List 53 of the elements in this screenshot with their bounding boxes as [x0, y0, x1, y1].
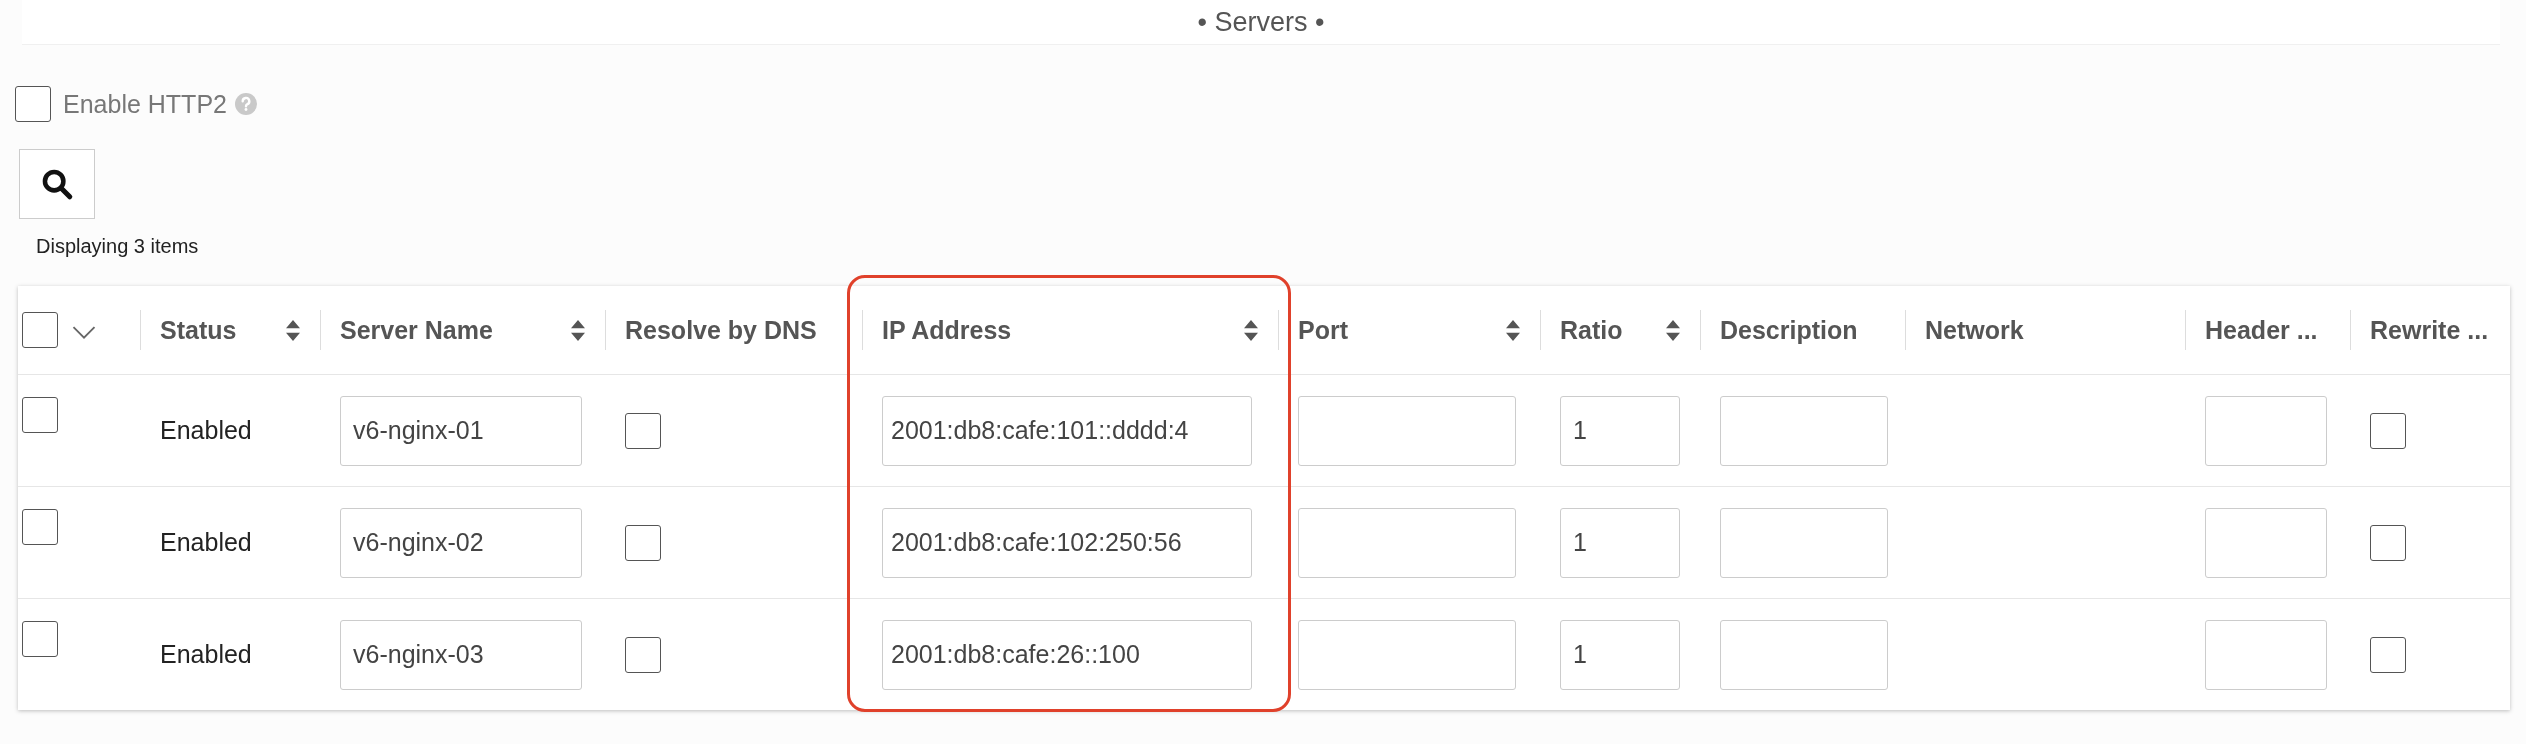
column-header[interactable]: Header ...	[2185, 286, 2350, 374]
input-field[interactable]	[2205, 619, 2327, 690]
input-field[interactable]: 1	[1560, 507, 1680, 578]
checkbox[interactable]	[22, 397, 58, 433]
input-field[interactable]	[1720, 395, 1888, 466]
column-header[interactable]: Server Name	[320, 286, 605, 374]
sort-icon[interactable]	[1666, 319, 1680, 341]
checkbox[interactable]	[625, 636, 661, 673]
search-icon	[40, 167, 74, 201]
checkbox[interactable]	[2370, 636, 2406, 673]
checkbox[interactable]	[22, 509, 58, 545]
table-cell: Enabled	[160, 528, 252, 557]
input-field[interactable]	[1298, 395, 1516, 466]
checkbox[interactable]	[22, 621, 58, 657]
chevron-down-icon[interactable]	[72, 326, 96, 340]
column-header[interactable]: Resolve by DNS	[605, 286, 862, 374]
panel-title: • Servers •	[1197, 6, 1325, 38]
column-header[interactable]: Description	[1700, 286, 1905, 374]
column-header[interactable]: Ratio	[1540, 286, 1700, 374]
input-field[interactable]	[1720, 619, 1888, 690]
input-field[interactable]	[1298, 619, 1516, 690]
column-header[interactable]: IP Address	[862, 286, 1278, 374]
input-field[interactable]: 2001:db8:cafe:102:250:56	[882, 507, 1252, 578]
input-field[interactable]	[1720, 507, 1888, 578]
input-field[interactable]: 2001:db8:cafe:26::100	[882, 619, 1252, 690]
checkbox-label: Enable HTTP2	[63, 89, 227, 119]
input-field[interactable]: 1	[1560, 619, 1680, 690]
input-field[interactable]: 1	[1560, 395, 1680, 466]
search-button[interactable]	[19, 149, 95, 219]
item-count: Displaying 3 items	[36, 235, 200, 258]
checkbox[interactable]	[2370, 524, 2406, 561]
checkbox[interactable]	[2370, 412, 2406, 449]
input-field[interactable]: v6-nginx-03	[340, 619, 582, 690]
checkbox[interactable]	[625, 412, 661, 449]
column-header[interactable]: Status	[140, 286, 320, 374]
input-field[interactable]: v6-nginx-01	[340, 395, 582, 466]
checkbox[interactable]	[22, 312, 58, 348]
column-header[interactable]: Port	[1278, 286, 1540, 374]
checkbox[interactable]	[625, 524, 661, 561]
checkbox[interactable]	[15, 86, 51, 122]
table-cell: Enabled	[160, 640, 252, 669]
sort-icon[interactable]	[1506, 319, 1520, 341]
input-field[interactable]: 2001:db8:cafe:101::dddd:4	[882, 395, 1252, 466]
sort-icon[interactable]	[1244, 319, 1258, 341]
input-field[interactable]: v6-nginx-02	[340, 507, 582, 578]
input-field[interactable]	[2205, 395, 2327, 466]
input-field[interactable]	[2205, 507, 2327, 578]
sort-icon[interactable]	[571, 319, 585, 341]
sort-icon[interactable]	[286, 319, 300, 341]
column-header[interactable]: Rewrite ...	[2350, 286, 2510, 374]
input-field[interactable]	[1298, 507, 1516, 578]
table-cell: Enabled	[160, 416, 252, 445]
column-header[interactable]: Network	[1905, 286, 2185, 374]
